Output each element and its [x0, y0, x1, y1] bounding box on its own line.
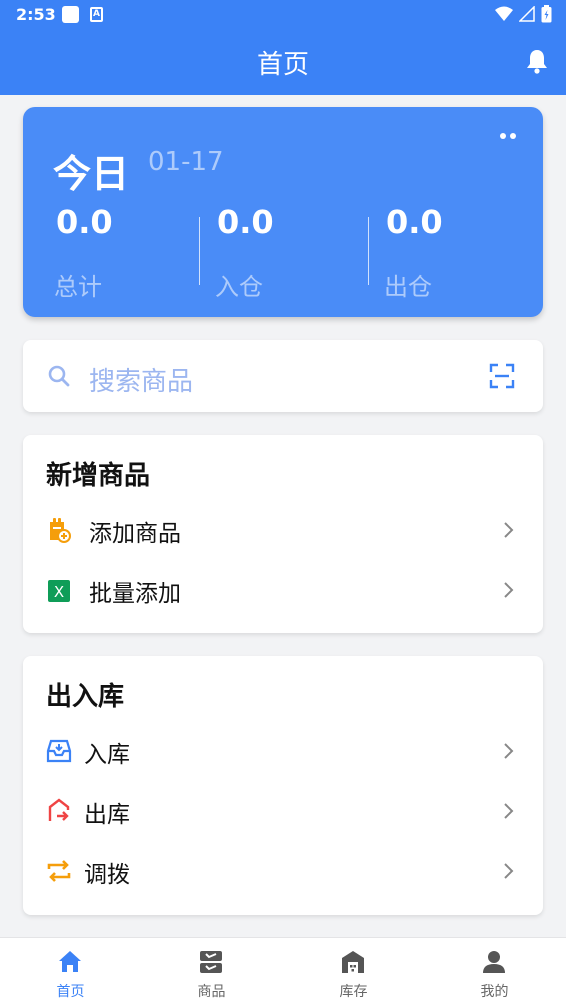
- nav-products[interactable]: 商品: [141, 938, 282, 1008]
- chevron-right-icon: [504, 522, 514, 538]
- notification-icon: [62, 6, 79, 23]
- menu-item-inbound[interactable]: 入库: [23, 723, 543, 779]
- search-placeholder: 搜索商品: [89, 367, 194, 397]
- stat-divider: [368, 217, 369, 285]
- status-bar: 2:53 A: [0, 0, 566, 30]
- wifi-icon: [495, 6, 513, 21]
- menu-item-transfer[interactable]: 调拨: [23, 843, 543, 899]
- bell-icon[interactable]: [526, 48, 548, 74]
- battery-icon: [541, 5, 552, 23]
- scan-icon[interactable]: [489, 363, 515, 389]
- svg-text:X: X: [54, 583, 64, 601]
- chevron-right-icon: [504, 582, 514, 598]
- nav-profile[interactable]: 我的: [424, 938, 565, 1008]
- app-bar: 2:53 A 首页: [0, 0, 566, 95]
- nav-label: 库存: [339, 984, 368, 1000]
- chevron-right-icon: [504, 803, 514, 819]
- total-value: 0.0: [56, 203, 113, 241]
- menu-item-outbound[interactable]: 出库: [23, 783, 543, 839]
- chevron-right-icon: [504, 863, 514, 879]
- bottom-navigation: 首页 商品 库存 我的: [0, 937, 566, 1008]
- summary-date: 01-17: [148, 147, 224, 177]
- search-bar[interactable]: 搜索商品: [23, 340, 543, 412]
- page-title: 首页: [256, 50, 309, 80]
- today-label: 今日: [53, 152, 130, 196]
- menu-item-label: 批量添加: [89, 581, 181, 607]
- add-products-card: 新增商品 添加商品 X 批量添加: [23, 435, 543, 633]
- daily-summary-card: 今日 01-17 0.0 总计 0.0 入仓 0.0 出仓: [23, 107, 543, 317]
- menu-item-label: 入库: [84, 742, 130, 768]
- signal-icon: [519, 6, 535, 22]
- more-icon[interactable]: [500, 133, 516, 139]
- nav-home[interactable]: 首页: [0, 938, 141, 1008]
- inbound-label: 入仓: [215, 273, 263, 301]
- home-icon: [59, 951, 81, 972]
- excel-icon: X: [48, 580, 70, 602]
- nav-label: 我的: [480, 984, 509, 1000]
- user-icon: [483, 951, 505, 973]
- status-right: [495, 5, 552, 23]
- status-time: 2:53: [16, 5, 56, 24]
- menu-item-batch-add[interactable]: X 批量添加: [23, 562, 543, 618]
- menu-item-label: 出库: [84, 802, 130, 828]
- outbound-value: 0.0: [386, 203, 443, 241]
- section-title: 出入库: [46, 682, 125, 712]
- total-label: 总计: [54, 273, 102, 301]
- menu-item-label: 添加商品: [89, 521, 181, 547]
- section-title: 新增商品: [46, 461, 151, 491]
- menu-item-label: 调拨: [84, 862, 130, 888]
- products-icon: [200, 951, 222, 973]
- menu-item-add-product[interactable]: 添加商品: [23, 502, 543, 558]
- inbound-icon: [46, 739, 72, 763]
- app-notification-icon: A: [90, 7, 103, 22]
- transfer-icon: [47, 860, 71, 882]
- warehouse-icon: [342, 951, 364, 973]
- add-product-icon: [50, 518, 71, 543]
- inbound-value: 0.0: [217, 203, 274, 241]
- outbound-icon: [48, 798, 70, 821]
- nav-inventory[interactable]: 库存: [283, 938, 424, 1008]
- stat-divider: [199, 217, 200, 285]
- nav-label: 首页: [56, 984, 85, 1000]
- search-icon: [48, 365, 70, 387]
- chevron-right-icon: [504, 743, 514, 759]
- stock-inout-card: 出入库 入库 出库 调拨: [23, 656, 543, 915]
- nav-label: 商品: [197, 984, 226, 1000]
- outbound-label: 出仓: [384, 273, 432, 301]
